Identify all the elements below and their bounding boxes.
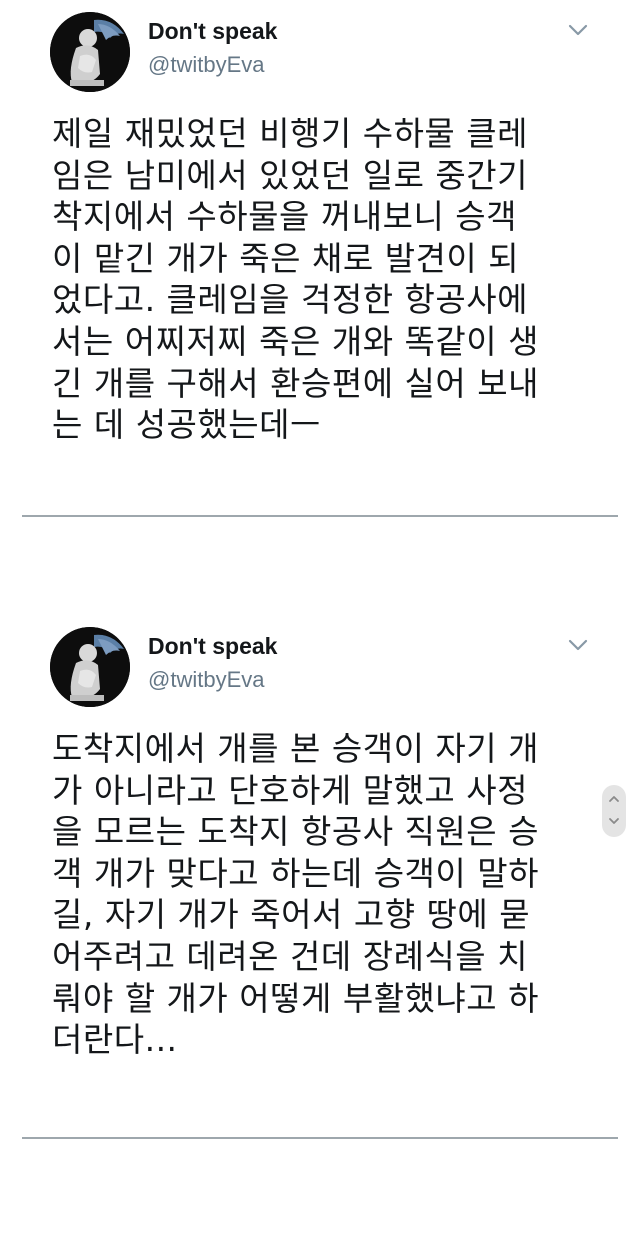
tweet-text-line: 뤄야 할 개가 어떻게 부활했냐고 하 <box>52 978 539 1018</box>
user-handle[interactable]: @twitbyEva <box>148 667 264 693</box>
chevron-down-icon[interactable] <box>567 20 589 40</box>
tweet-text-line: 더란다... <box>52 1020 178 1060</box>
user-handle[interactable]: @twitbyEva <box>148 52 264 78</box>
chevron-up-icon[interactable] <box>608 793 620 805</box>
tweet-text-line: 객 개가 맞다고 하는데 승객이 말하 <box>52 853 539 893</box>
tweet-text-line: 이 맡긴 개가 죽은 채로 발견이 되 <box>52 238 520 278</box>
tweet-text-line: 길, 자기 개가 죽어서 고향 땅에 묻 <box>52 895 531 935</box>
scroll-control[interactable] <box>602 785 626 837</box>
display-name[interactable]: Don't speak <box>148 633 277 660</box>
tweet-text-line: 서는 어찌저찌 죽은 개와 똑같이 생 <box>52 321 539 361</box>
divider <box>22 515 618 517</box>
tweet-text-line: 도착지에서 개를 본 승객이 자기 개 <box>52 729 539 768</box>
tweet-text-line: 제일 재밌었던 비행기 수하물 클레 <box>52 114 528 153</box>
chevron-down-icon[interactable] <box>608 815 620 827</box>
tweet-text-line: 었다고. 클레임을 걱정한 항공사에 <box>52 280 528 320</box>
display-name[interactable]: Don't speak <box>148 18 277 45</box>
tweet-text: 제일 재밌었던 비행기 수하물 클레 임은 남미에서 있었던 일로 중간기 착지… <box>52 113 612 446</box>
divider <box>22 1137 618 1139</box>
tweet-text-line: 어주려고 데려온 건데 장례식을 치 <box>52 936 528 976</box>
tweet-text-line: 가 아니라고 단호하게 말했고 사정 <box>52 770 528 810</box>
tweet-text-line: 는 데 성공했는데ㅡ <box>52 405 321 445</box>
chevron-down-icon[interactable] <box>567 635 589 655</box>
avatar[interactable] <box>50 12 130 92</box>
tweet-text-line: 착지에서 수하물을 꺼내보니 승객 <box>52 197 518 237</box>
avatar[interactable] <box>50 627 130 707</box>
tweet-text: 도착지에서 개를 본 승객이 자기 개 가 아니라고 단호하게 말했고 사정 을… <box>52 728 612 1061</box>
tweet-text-line: 임은 남미에서 있었던 일로 중간기 <box>52 155 528 195</box>
tweet-text-line: 을 모르는 도착지 항공사 직원은 승 <box>52 812 539 852</box>
tweet-text-line: 긴 개를 구해서 환승편에 실어 보내 <box>52 363 539 403</box>
